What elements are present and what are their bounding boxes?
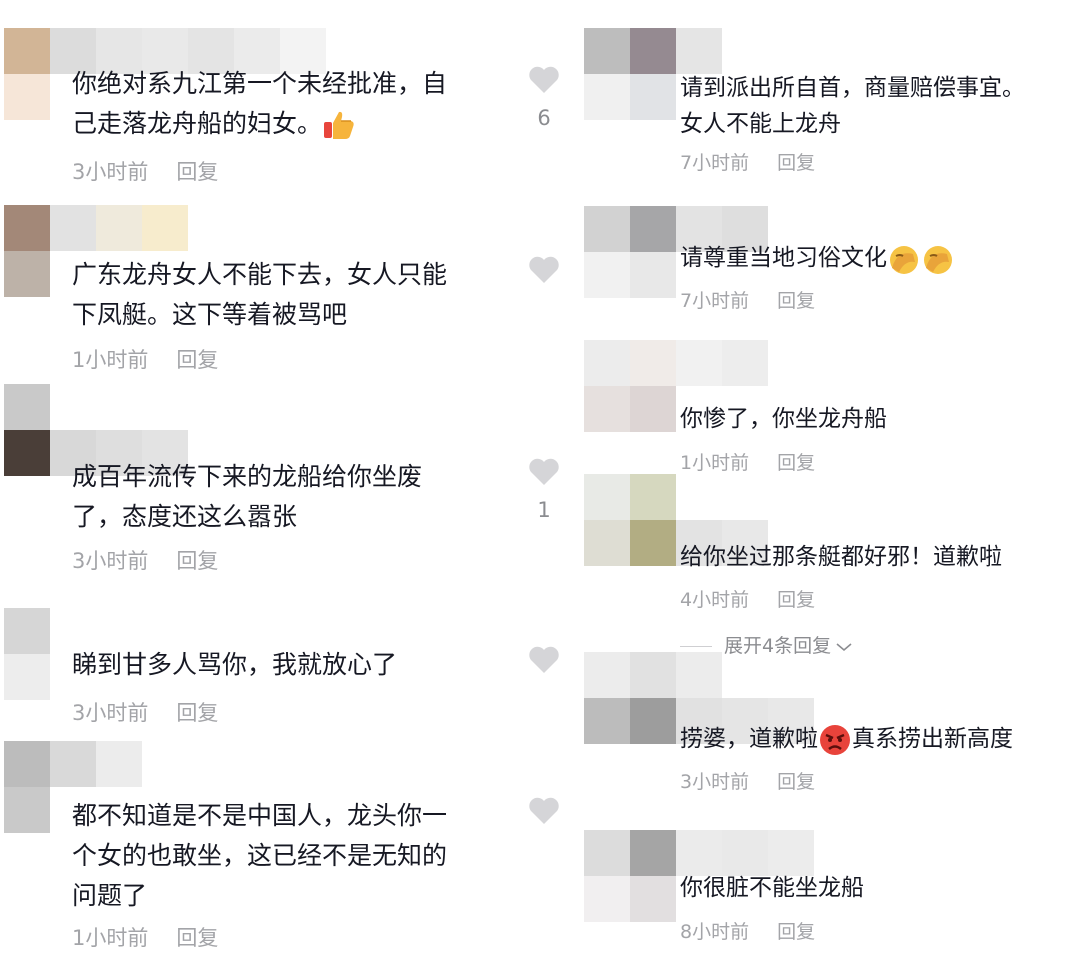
comment-line: 捞婆，道歉啦	[680, 726, 818, 752]
comment-text: 你惨了，你坐龙舟船	[680, 401, 887, 437]
comment-meta: 1小时前 回复	[72, 344, 218, 374]
reply-button[interactable]: 回复	[176, 697, 218, 727]
comment-line: 了，态度还这么嚣张	[72, 502, 298, 531]
reply-button[interactable]: 回复	[777, 917, 815, 944]
comment-text: 请到派出所自首，商量赔偿事宜。 女人不能上龙舟	[680, 70, 1025, 142]
chevron-down-icon	[836, 642, 852, 651]
comment-text: 睇到甘多人骂你，我就放心了	[72, 645, 397, 685]
comment-line: 己走落龙舟船的妇女。	[72, 109, 323, 138]
heart-icon	[529, 66, 559, 93]
comment-line: 女人不能上龙舟	[680, 111, 841, 137]
timestamp: 3小时前	[72, 549, 149, 573]
comment-line: 请到派出所自首，商量赔偿事宜。	[680, 75, 1025, 101]
timestamp: 1小时前	[72, 926, 149, 950]
heart-icon	[529, 256, 559, 283]
comment-text: 都不知道是不是中国人，龙头你一 个女的也敢坐，这已经不是无知的 问题了	[72, 796, 447, 916]
angry-face-emoji-icon	[818, 723, 852, 757]
comment-meta: 3小时前 回复	[72, 545, 218, 575]
comment-line: 给你坐过那条艇都好邪！道歉啦	[680, 544, 1002, 570]
comment-line: 成百年流传下来的龙船给你坐废	[72, 462, 423, 491]
heart-icon	[529, 646, 559, 673]
timestamp: 3小时前	[72, 160, 149, 184]
facepalm-emoji-icon	[887, 242, 921, 276]
comment-meta: 7小时前 回复	[680, 148, 815, 175]
timestamp: 3小时前	[680, 771, 750, 793]
comment-text: 广东龙舟女人不能下去，女人只能 下凤艇。这下等着被骂吧	[72, 255, 447, 335]
comment-text: 请尊重当地习俗文化	[680, 240, 955, 276]
comment-text: 成百年流传下来的龙船给你坐废 了，态度还这么嚣张	[72, 457, 422, 537]
comment-text: 你绝对系九江第一个未经批准，自 己走落龙舟船的妇女。	[72, 64, 447, 144]
comment-line: 你绝对系九江第一个未经批准，自	[72, 69, 448, 98]
comment-meta: 8小时前 回复	[680, 917, 815, 944]
thumbs-up-emoji-icon	[322, 108, 356, 142]
timestamp: 1小时前	[680, 452, 750, 474]
reply-button[interactable]: 回复	[176, 545, 218, 575]
comment-line: 都不知道是不是中国人，龙头你一	[72, 801, 448, 830]
comment-line: 睇到甘多人骂你，我就放心了	[72, 650, 398, 679]
facepalm-emoji-icon	[921, 242, 955, 276]
comment-text: 给你坐过那条艇都好邪！道歉啦	[680, 539, 1002, 575]
comment-line: 你惨了，你坐龙舟船	[680, 406, 887, 432]
comment-text: 捞婆，道歉啦 真系捞出新高度	[680, 721, 1013, 757]
divider	[680, 646, 712, 647]
reply-button[interactable]: 回复	[777, 585, 815, 612]
reply-button[interactable]: 回复	[777, 448, 815, 475]
comment-line: 个女的也敢坐，这已经不是无知的	[72, 841, 448, 870]
timestamp: 7小时前	[680, 290, 750, 312]
reply-button[interactable]: 回复	[176, 922, 218, 952]
reply-button[interactable]: 回复	[777, 767, 815, 794]
reply-button[interactable]: 回复	[176, 344, 218, 374]
heart-icon	[529, 797, 559, 824]
comment-line: 广东龙舟女人不能下去，女人只能	[72, 260, 448, 289]
timestamp: 8小时前	[680, 921, 750, 943]
like-count: 6	[537, 106, 551, 130]
comment-meta: 3小时前 回复	[72, 697, 218, 727]
reply-button[interactable]: 回复	[777, 148, 815, 175]
reply-button[interactable]: 回复	[777, 286, 815, 313]
comment-line: 问题了	[72, 881, 148, 910]
comment-line: 下凤艇。这下等着被骂吧	[72, 300, 348, 329]
timestamp: 4小时前	[680, 589, 750, 611]
comment-meta: 7小时前 回复	[680, 286, 815, 313]
comment-meta: 1小时前 回复	[72, 922, 218, 952]
timestamp: 1小时前	[72, 348, 149, 372]
comment-meta: 1小时前 回复	[680, 448, 815, 475]
like-count: 1	[537, 498, 551, 522]
heart-icon	[529, 458, 559, 485]
expand-replies-label: 展开4条回复	[724, 635, 832, 657]
comment-line: 真系捞出新高度	[852, 726, 1013, 752]
timestamp: 3小时前	[72, 701, 149, 725]
comment-meta: 3小时前 回复	[72, 156, 218, 186]
reply-button[interactable]: 回复	[176, 156, 218, 186]
timestamp: 7小时前	[680, 152, 750, 174]
comment-meta: 4小时前 回复	[680, 585, 815, 612]
comment-line: 请尊重当地习俗文化	[680, 245, 887, 271]
comment-text: 你很脏不能坐龙船	[680, 870, 864, 906]
comment-line: 你很脏不能坐龙船	[680, 875, 864, 901]
comment-meta: 3小时前 回复	[680, 767, 815, 794]
